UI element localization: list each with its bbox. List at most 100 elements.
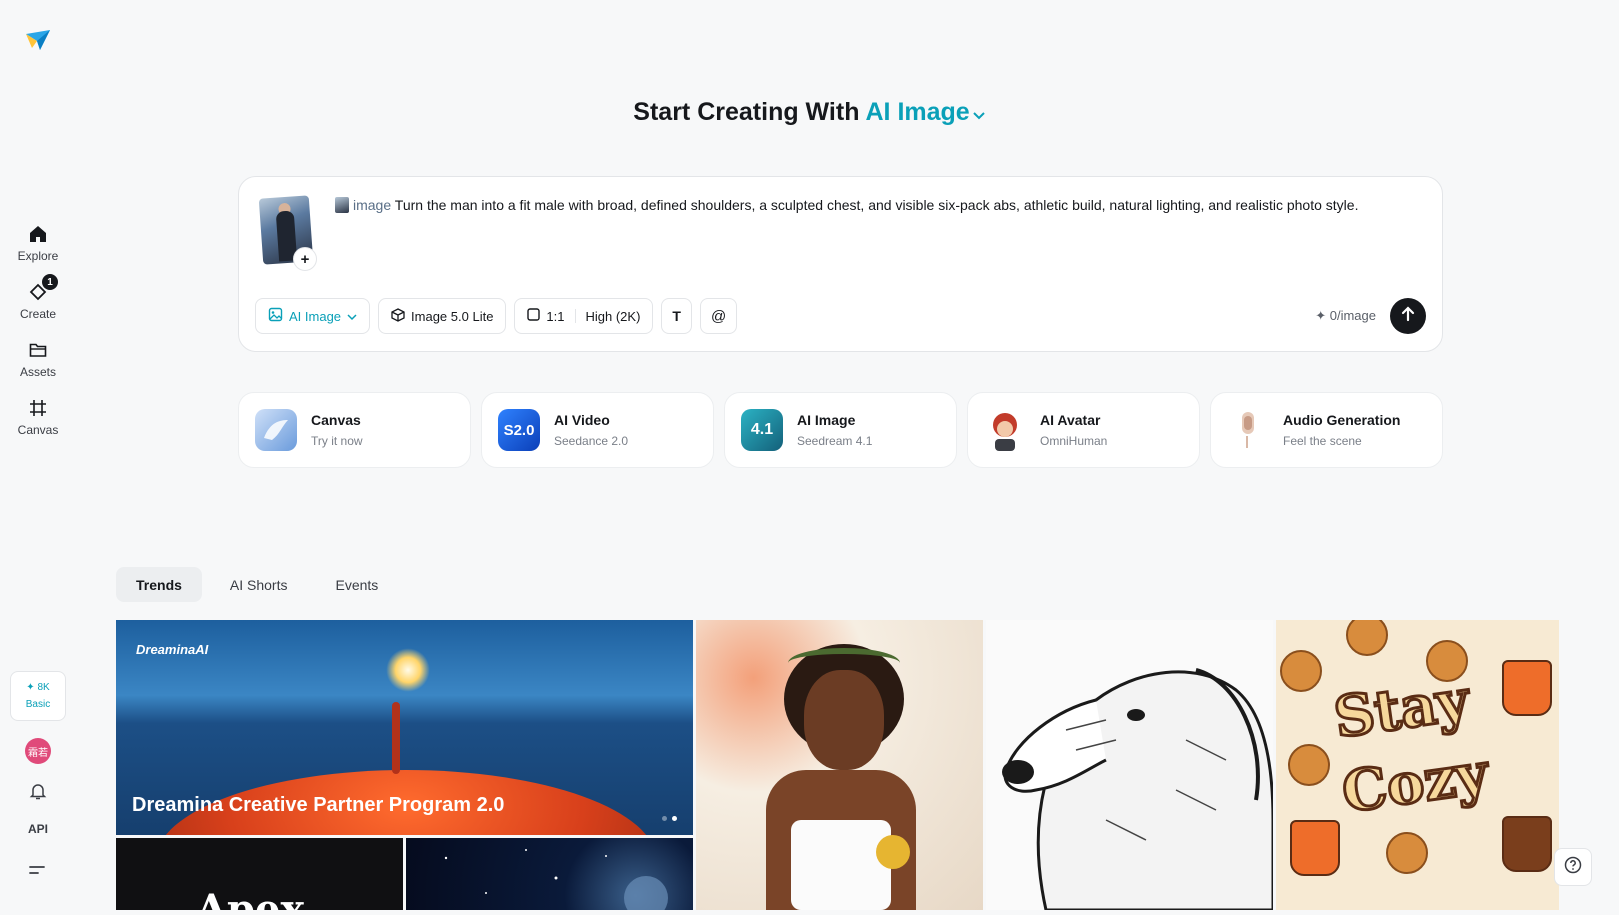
- help-button[interactable]: [1554, 848, 1592, 886]
- divider: [574, 309, 576, 323]
- menu-icon[interactable]: [28, 862, 48, 878]
- apex-title: Apex: [196, 886, 305, 910]
- promo-banner[interactable]: DreaminaAI Dreamina Creative Partner Pro…: [116, 620, 693, 835]
- tool-subtitle: OmniHuman: [1040, 434, 1108, 448]
- chevron-down-icon: [972, 99, 986, 128]
- sidebar-item-label: Assets: [19, 365, 56, 379]
- prompt-toolbar: AI Image Image 5.0 Lite 1:1 High (2K) T …: [255, 298, 738, 334]
- stay-text: Stay: [1329, 665, 1475, 752]
- tool-card-audio-generation[interactable]: Audio Generation Feel the scene: [1210, 392, 1443, 468]
- gallery-tile-stay-cozy[interactable]: Stay Cozy: [1276, 620, 1559, 910]
- quality-label: High (2K): [585, 308, 641, 324]
- cookie-decoration: [1346, 620, 1388, 656]
- tool-card-ai-image[interactable]: 4.1 AI Image Seedream 4.1: [724, 392, 957, 468]
- model-selector[interactable]: Image 5.0 Lite: [378, 298, 507, 334]
- text-format-icon: T: [672, 308, 681, 324]
- text-style-button[interactable]: T: [661, 298, 692, 334]
- tab-ai-shorts[interactable]: AI Shorts: [210, 567, 308, 602]
- mode-selector-label: AI Image: [865, 98, 970, 126]
- api-link[interactable]: API: [24, 822, 52, 836]
- cozy-text: Cozy: [1337, 739, 1494, 828]
- cost-label: ✦ 0/image: [1315, 308, 1376, 323]
- tool-subtitle: Feel the scene: [1283, 434, 1362, 448]
- carousel-dots[interactable]: [662, 816, 677, 821]
- cookie-decoration: [1386, 832, 1428, 874]
- athlete-top: [791, 820, 891, 910]
- question-icon: [1564, 856, 1582, 879]
- tool-name: AI Image: [797, 412, 856, 428]
- tool-name: Audio Generation: [1283, 412, 1401, 428]
- content-tabs: Trends AI Shorts Events: [116, 567, 398, 602]
- dreamina-logo-icon[interactable]: [24, 26, 52, 54]
- headline-prefix: Start Creating With: [633, 98, 860, 126]
- notification-badge: 1: [42, 274, 58, 290]
- at-icon: @: [710, 307, 727, 325]
- mode-dropdown[interactable]: AI Image: [255, 298, 371, 334]
- send-button[interactable]: [1390, 298, 1426, 334]
- tool-name: AI Video: [554, 412, 610, 428]
- tool-subtitle: Seedream 4.1: [797, 434, 873, 448]
- dreamina-brand-logo: DreaminaAI: [136, 642, 209, 657]
- tab-trends[interactable]: Trends: [116, 567, 202, 602]
- avatar[interactable]: 霜若: [25, 738, 51, 764]
- microphone-icon: [1227, 409, 1269, 451]
- crop-icon: [26, 396, 50, 420]
- tab-events[interactable]: Events: [316, 567, 399, 602]
- carousel-dot-active[interactable]: [672, 816, 677, 821]
- bell-icon[interactable]: [28, 781, 48, 801]
- tool-subtitle: Try it now: [311, 434, 363, 448]
- gold-medal: [876, 835, 910, 869]
- sidebar-item-label: Canvas: [17, 423, 59, 437]
- sidebar-item-label: Create: [19, 307, 57, 321]
- gallery-tile-apex[interactable]: Apex: [116, 838, 403, 910]
- laurel-wreath: [788, 648, 900, 678]
- mug-decoration: [1502, 816, 1552, 872]
- sidebar: Explore 1 Create Assets Canvas ✦ 8K Basi…: [0, 0, 75, 910]
- sidebar-item-canvas[interactable]: Canvas: [6, 396, 70, 446]
- model-selector-label: Image 5.0 Lite: [411, 308, 494, 324]
- seedance-icon: S2.0: [498, 409, 540, 451]
- gallery-tile-dog-sketch[interactable]: [986, 620, 1273, 910]
- mug-decoration: [1290, 820, 1340, 876]
- image-tag: image: [353, 197, 392, 213]
- sidebar-item-explore[interactable]: Explore: [6, 222, 70, 272]
- canvas-tool-icon: [255, 409, 297, 451]
- mention-button[interactable]: @: [699, 298, 738, 334]
- folder-icon: [26, 338, 50, 362]
- figure-silhouette: [392, 702, 400, 774]
- tool-card-ai-avatar[interactable]: AI Avatar OmniHuman: [967, 392, 1200, 468]
- mode-dropdown-label: AI Image: [289, 308, 342, 324]
- square-ratio-icon: [527, 308, 541, 324]
- credits-box[interactable]: ✦ 8K Basic: [10, 671, 66, 721]
- prompt-text: Turn the man into a fit male with broad,…: [394, 197, 1359, 213]
- add-reference-button[interactable]: +: [293, 247, 317, 271]
- arrow-up-icon: [1400, 305, 1416, 327]
- ratio-quality-selector[interactable]: 1:1 High (2K): [514, 298, 654, 334]
- home-icon: [26, 222, 50, 246]
- tool-name: AI Avatar: [1040, 412, 1101, 428]
- athlete-face: [804, 670, 884, 770]
- light-glow: [386, 648, 430, 692]
- tool-card-canvas[interactable]: Canvas Try it now: [238, 392, 471, 468]
- prompt-card: + image Turn the man into a fit male wit…: [238, 176, 1443, 352]
- mug-decoration: [1502, 660, 1552, 716]
- create-diamond-icon: 1: [26, 274, 58, 304]
- banner-title: Dreamina Creative Partner Program 2.0: [132, 794, 505, 816]
- tool-card-ai-video[interactable]: S2.0 AI Video Seedance 2.0: [481, 392, 714, 468]
- sidebar-item-assets[interactable]: Assets: [6, 338, 70, 388]
- cube-icon: [391, 307, 405, 325]
- avatar-character-icon: [984, 409, 1026, 451]
- sidebar-item-label: Explore: [17, 249, 59, 263]
- tool-name: Canvas: [311, 412, 361, 428]
- mode-selector[interactable]: AI Image: [866, 98, 986, 126]
- sidebar-item-create[interactable]: 1 Create: [6, 274, 70, 330]
- prompt-input[interactable]: image Turn the man into a fit male with …: [335, 195, 1412, 215]
- trends-gallery: DreaminaAI Dreamina Creative Partner Pro…: [116, 620, 1559, 915]
- carousel-dot[interactable]: [662, 816, 667, 821]
- credits-amount: ✦ 8K: [26, 682, 50, 693]
- gallery-tile-space[interactable]: [406, 838, 693, 915]
- page-title: Start Creating With AI Image: [0, 98, 1619, 128]
- gallery-tile-athlete[interactable]: [696, 620, 983, 910]
- tool-subtitle: Seedance 2.0: [554, 434, 629, 448]
- cookie-decoration: [1280, 650, 1322, 692]
